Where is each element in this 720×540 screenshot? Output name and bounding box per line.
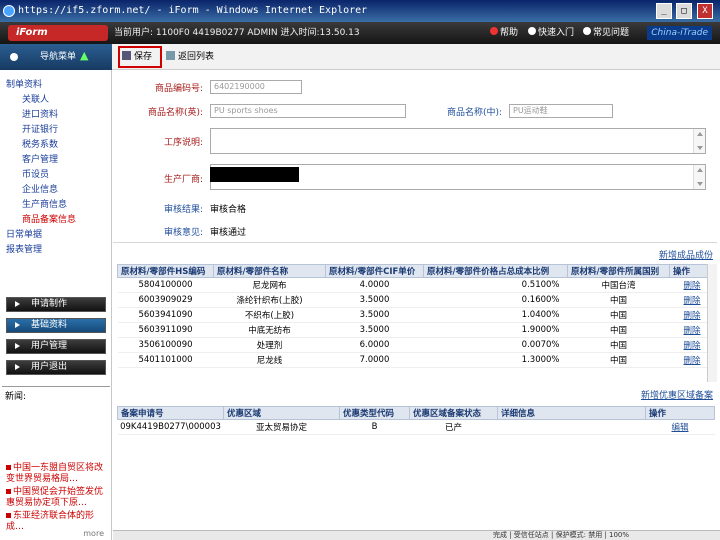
tree-item[interactable]: 企业信息 xyxy=(6,183,76,198)
news-title: 新闻: xyxy=(5,392,27,402)
table-scrollbar[interactable] xyxy=(707,264,717,382)
toolbar: 导航菜单 ▲ 保存 返回列表 xyxy=(0,44,720,70)
code-label: 商品编码号: xyxy=(154,84,203,94)
opinion-label: 审核意见: xyxy=(163,228,203,238)
col-area: 优惠区域 xyxy=(223,406,340,420)
tree-item[interactable]: 客户管理 xyxy=(6,153,76,168)
quick-start-link[interactable]: 快速入门 xyxy=(528,22,574,44)
tree-root-daily-docs[interactable]: 日常单据 xyxy=(6,228,76,243)
news-more-link[interactable]: more xyxy=(83,529,104,538)
news-item[interactable]: 中国贸促会开始签发优惠贸易协定项下原… xyxy=(6,487,108,509)
faq-link[interactable]: 常见问题 xyxy=(583,22,629,44)
nav-icon xyxy=(10,53,18,61)
bullet-icon xyxy=(6,465,11,470)
tree-item[interactable]: 进口资料 xyxy=(6,108,76,123)
col-area-status: 优惠区域备案状态 xyxy=(409,406,498,420)
app-header: iForm 当前用户: 1100F0 4419B0277 ADMIN 进入时间:… xyxy=(0,22,720,44)
menu-user-management[interactable]: 用户管理 xyxy=(6,339,106,354)
tree-item[interactable]: 币设员 xyxy=(6,168,76,183)
menu-base-data[interactable]: 基础资料 xyxy=(6,318,106,333)
code-input[interactable]: 6402190000 xyxy=(210,80,302,94)
col-details: 详细信息 xyxy=(497,406,646,420)
help-icon xyxy=(490,27,498,35)
book-icon xyxy=(528,27,536,35)
name-cn-label: 商品名称(中): xyxy=(446,108,502,118)
help-link[interactable]: 帮助 xyxy=(490,22,518,44)
nav-menu-title: 导航菜单 xyxy=(40,52,77,62)
tree-root-reports[interactable]: 报表管理 xyxy=(6,243,76,258)
table-row: 5603911090 中底无纺布 3.5000 1.9000% 中国 删除 xyxy=(117,322,715,338)
review-value: 审核合格 xyxy=(210,205,247,215)
tree-item[interactable]: 生产商信息 xyxy=(6,198,76,213)
textarea-scrollbar[interactable] xyxy=(693,129,705,153)
maker-label: 生产厂商: xyxy=(163,175,203,185)
save-highlight-box xyxy=(118,46,162,68)
back-icon xyxy=(166,51,175,60)
table-row: 5603941090 不织布(上胶) 3.5000 1.0400% 中国 删除 xyxy=(117,307,715,323)
textarea-scrollbar[interactable] xyxy=(693,165,705,189)
arrow-right-icon xyxy=(15,301,20,307)
divider xyxy=(113,242,717,243)
iform-logo: iForm xyxy=(8,25,108,41)
bullet-icon xyxy=(6,513,11,518)
arrow-right-icon xyxy=(15,322,20,328)
name-en-input[interactable]: PU sports shoes xyxy=(210,104,406,118)
col-type-code: 优惠类型代码 xyxy=(339,406,410,420)
table-row: 6003909029 涤纶针织布(上胶) 3.5000 0.1600% 中国 删除 xyxy=(117,292,715,308)
china-itrade-logo: China-iTrade xyxy=(647,26,712,40)
col-hs-code: 原材料/零部件HS编码 xyxy=(117,264,214,278)
col-material-name: 原材料/零部件名称 xyxy=(213,264,326,278)
tree-item[interactable]: 税务系数 xyxy=(6,138,76,153)
col-cert-operation: 操作 xyxy=(645,406,715,420)
col-cif-price: 原材料/零部件CIF单价 xyxy=(325,264,424,278)
table-row: 5401101000 尼龙线 7.0000 1.3000% 中国 删除 xyxy=(117,352,715,368)
process-label: 工序说明: xyxy=(163,138,203,148)
nav-tree: 制单资料 关联人 进口资料 开证银行 税务系数 客户管理 币设员 企业信息 生产… xyxy=(6,78,76,258)
document-icon xyxy=(583,27,591,35)
main-content: 商品编码号: 6402190000 商品名称(英): PU sports sho… xyxy=(113,70,720,540)
materials-table: 原材料/零部件HS编码 原材料/零部件名称 原材料/零部件CIF单价 原材料/零… xyxy=(117,264,715,368)
table-row: 09K4419B0277\000003 亚太贸易协定 B 已产 编辑 xyxy=(117,419,715,435)
tree-item[interactable]: 关联人 xyxy=(6,93,76,108)
redacted-block xyxy=(210,167,299,182)
add-preferential-area-link[interactable]: 新增优惠区域备案 xyxy=(641,388,713,401)
news-panel: 新闻: 中国一东盟自贸区将改变世界贸易格局… 中国贸促会开始签发优惠贸易协定项下… xyxy=(2,386,110,540)
tree-item[interactable]: 开证银行 xyxy=(6,123,76,138)
preferential-area-table: 备案申请号 优惠区域 优惠类型代码 优惠区域备案状态 详细信息 操作 09K44… xyxy=(117,406,715,435)
col-origin-country: 原材料/零部件所属国别 xyxy=(567,264,670,278)
table-row: 5804100000 尼龙网布 4.0000 0.5100% 中国台湾 删除 xyxy=(117,277,715,293)
back-to-list-button[interactable]: 返回列表 xyxy=(166,49,214,65)
arrow-right-icon xyxy=(15,364,20,370)
maximize-button[interactable]: □ xyxy=(676,3,692,19)
nav-menu-header: 导航菜单 ▲ xyxy=(0,44,112,70)
col-cost-ratio: 原材料/零部件价格占总成本比例 xyxy=(423,264,568,278)
bullet-icon xyxy=(6,489,11,494)
menu-apply[interactable]: 申请制作 xyxy=(6,297,106,312)
arrow-right-icon xyxy=(15,343,20,349)
close-button[interactable]: X xyxy=(697,3,713,19)
add-material-link[interactable]: 新增成品成份 xyxy=(659,248,713,261)
menu-logout[interactable]: 用户退出 xyxy=(6,360,106,375)
tree-item-selected[interactable]: 商品备案信息 xyxy=(6,213,76,228)
edit-link[interactable]: 编辑 xyxy=(645,419,715,435)
name-cn-input[interactable]: PU运动鞋 xyxy=(509,104,613,118)
window-title: https://if5.zform.net/ - iForm - Windows… xyxy=(18,5,368,16)
minimize-button[interactable]: _ xyxy=(656,3,672,19)
review-label: 审核结果: xyxy=(163,205,203,215)
status-bar: 完成 | 受信任站点 | 保护模式: 禁用 | 100% xyxy=(113,530,720,540)
opinion-value: 审核通过 xyxy=(210,228,247,238)
browser-title-bar: https://if5.zform.net/ - iForm - Windows… xyxy=(0,0,720,22)
col-application-no: 备案申请号 xyxy=(117,406,224,420)
sidebar: 制单资料 关联人 进口资料 开证银行 税务系数 客户管理 币设员 企业信息 生产… xyxy=(0,70,112,540)
up-arrow-icon[interactable]: ▲ xyxy=(80,50,88,61)
news-item[interactable]: 中国一东盟自贸区将改变世界贸易格局… xyxy=(6,463,108,485)
process-textarea[interactable] xyxy=(210,128,706,154)
tree-root-base-data[interactable]: 制单资料 xyxy=(6,78,76,93)
ie-icon xyxy=(3,5,15,17)
name-en-label: 商品名称(英): xyxy=(147,108,203,118)
user-info: 当前用户: 1100F0 4419B0277 ADMIN 进入时间:13.50.… xyxy=(114,28,360,38)
table-row: 3506100090 处理剂 6.0000 0.0070% 中国 删除 xyxy=(117,337,715,353)
